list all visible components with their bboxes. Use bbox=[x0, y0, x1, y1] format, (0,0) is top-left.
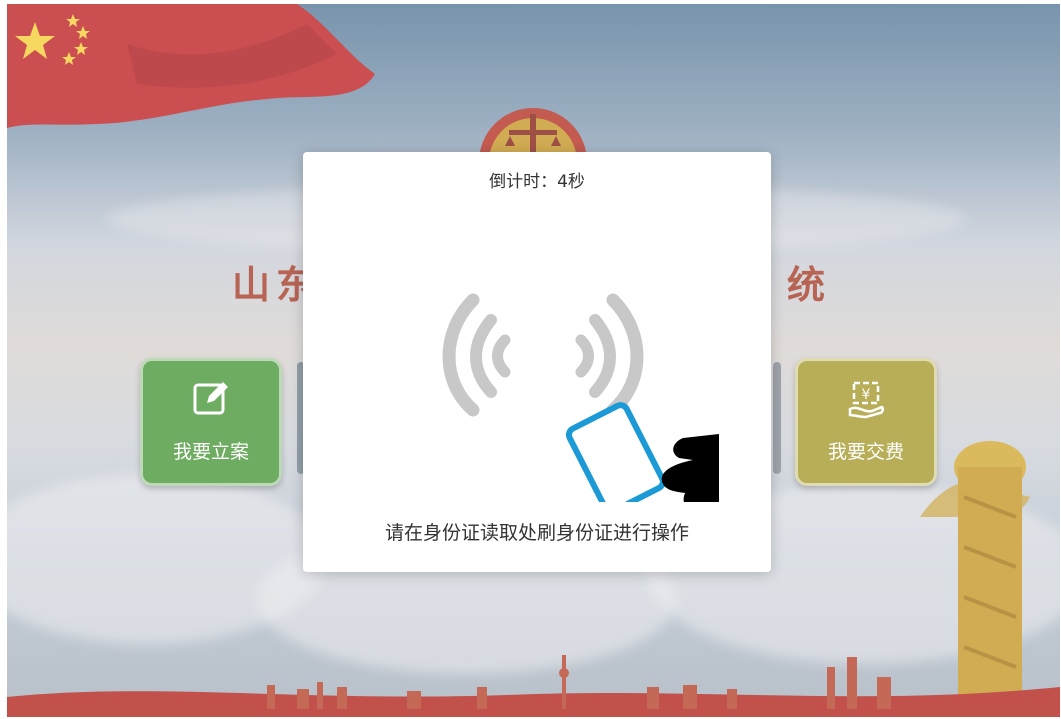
id-card-modal: 倒计时：4秒 请在身份证读取处刷身份证进行操作 bbox=[303, 152, 771, 572]
countdown-timer: 倒计时：4秒 bbox=[489, 172, 585, 192]
swipe-instruction: 请在身份证读取处刷身份证进行操作 bbox=[384, 522, 689, 544]
id-card-swipe-icon bbox=[442, 293, 719, 502]
